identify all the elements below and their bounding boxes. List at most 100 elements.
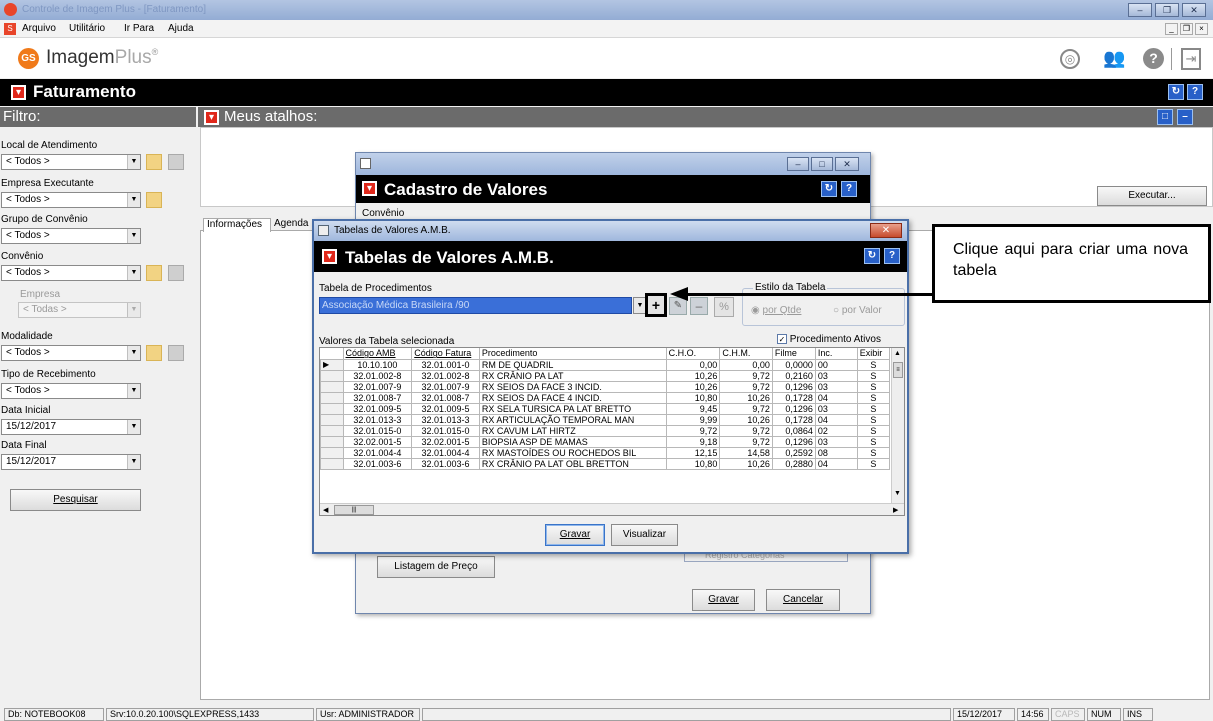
table-row[interactable]: 32.01.007-9 32.01.007-9 RX SEIOS DA FACE 3… <box>320 380 891 393</box>
col-exibir[interactable]: Exibir <box>857 348 891 359</box>
executar-button[interactable]: Executar... <box>1097 186 1207 206</box>
calendar-dropdown-icon[interactable]: ▼ <box>127 420 140 434</box>
restore-button[interactable]: ❐ <box>1155 3 1179 17</box>
restore-button[interactable]: □ <box>811 157 833 171</box>
table-row[interactable]: 32.01.008-7 32.01.008-7 RX SEIOS DA FACE 4… <box>320 391 891 404</box>
refresh-icon[interactable]: ↻ <box>1168 84 1184 100</box>
data-inicial-input[interactable]: 15/12/2017 ▼ <box>1 419 141 435</box>
col-codigo-amb[interactable]: Código AMB <box>343 348 413 359</box>
cadastro-cancelar-button[interactable]: Cancelar <box>766 589 840 611</box>
cell-cho: 0,00 <box>665 358 721 371</box>
row-selector[interactable] <box>320 424 344 437</box>
cell-cho: 9,72 <box>665 424 721 437</box>
grid-icon[interactable] <box>168 345 184 361</box>
table-row[interactable]: 32.02.001-5 32.02.001-5 BIOPSIA ASP DE MAM… <box>320 435 891 448</box>
remove-table-button[interactable]: – <box>690 297 708 315</box>
table-row[interactable]: 32.01.015-0 32.01.015-0 RX CAVUM LAT HIRTZ… <box>320 424 891 437</box>
radio-por-valor[interactable]: ○ por Valor <box>833 305 882 316</box>
proc-select[interactable]: Associação Médica Brasileira /90 <box>319 297 632 314</box>
grupo-convenio-select[interactable]: < Todos > ▼ <box>1 228 141 244</box>
radio-por-qtde[interactable]: ◉ por Qtde <box>751 305 801 316</box>
calendar-dropdown-icon[interactable]: ▼ <box>127 455 140 469</box>
scroll-left-icon[interactable]: ◀ <box>323 506 328 514</box>
add-table-button[interactable]: + <box>645 293 667 317</box>
close-button[interactable]: ✕ <box>870 223 902 238</box>
scroll-up-icon[interactable]: ▲ <box>894 350 901 357</box>
vertical-scrollbar[interactable]: ▲ ≡ ▼ <box>891 348 904 503</box>
field-label: Data Inicial <box>1 405 51 416</box>
row-selector[interactable] <box>320 446 344 459</box>
refresh-icon[interactable]: ↻ <box>864 248 880 264</box>
table-row[interactable]: 32.01.004-4 32.01.004-4 RX MASTOÍDES OU RO… <box>320 446 891 459</box>
menu-ajuda[interactable]: Ajuda <box>168 23 194 34</box>
tipo-recebimento-select[interactable]: < Todos > ▼ <box>1 383 141 399</box>
col-chm[interactable]: C.H.M. <box>719 348 773 359</box>
mdi-minimize-button[interactable]: _ <box>1165 23 1178 35</box>
row-selector[interactable] <box>320 413 344 426</box>
lightning-icon[interactable] <box>146 192 162 208</box>
table-row[interactable]: ▶ 10.10.100 32.01.001-0 RM DE QUADRIL 0,00 0,… <box>320 358 891 371</box>
users-icon[interactable]: 👥 <box>1103 48 1125 69</box>
col-inc[interactable]: Inc. <box>815 348 858 359</box>
minimize-panel-icon[interactable]: – <box>1177 109 1193 125</box>
h-scroll-thumb[interactable]: ||| <box>334 505 374 515</box>
procedimento-ativos-checkbox[interactable]: ✓ Procedimento Ativos <box>777 334 881 345</box>
amb-visualizar-button[interactable]: Visualizar <box>611 524 678 546</box>
modalidade-select[interactable]: < Todos > ▼ <box>1 345 141 361</box>
col-filme[interactable]: Filme <box>772 348 816 359</box>
table-row[interactable]: 32.01.009-5 32.01.009-5 RX SELA TURSICA PA… <box>320 402 891 415</box>
lightning-icon[interactable] <box>146 154 162 170</box>
maximize-panel-icon[interactable]: □ <box>1157 109 1173 125</box>
listagem-preco-button[interactable]: Listagem de Preço <box>377 556 495 578</box>
row-selector[interactable] <box>320 369 344 382</box>
close-button[interactable]: ✕ <box>1182 3 1206 17</box>
scroll-right-icon[interactable]: ▶ <box>893 506 898 514</box>
mdi-restore-button[interactable]: ❐ <box>1180 23 1193 35</box>
grid-icon[interactable] <box>168 154 184 170</box>
row-selector[interactable] <box>320 391 344 404</box>
exit-icon[interactable]: ⇥ <box>1181 48 1201 70</box>
cell-filme: 0,2592 <box>771 446 816 459</box>
scroll-thumb[interactable]: ≡ <box>893 362 903 378</box>
lightning-icon[interactable] <box>146 345 162 361</box>
mdi-close-button[interactable]: × <box>1195 23 1208 35</box>
menu-ir-para[interactable]: Ir Para <box>124 23 154 34</box>
row-selector[interactable] <box>320 457 344 470</box>
empresa-executante-select[interactable]: < Todos > ▼ <box>1 192 141 208</box>
menu-utilitario[interactable]: Utilitário <box>69 23 105 34</box>
horizontal-scrollbar[interactable]: ◀ ||| ▶ <box>320 503 904 515</box>
table-row[interactable]: 32.01.003-6 32.01.003-6 RX CRÂNIO PA LAT O… <box>320 457 891 470</box>
table-row[interactable]: 32.01.002-8 32.01.002-8 RX CRÂNIO PA LAT 10… <box>320 369 891 382</box>
row-selector[interactable]: ▶ <box>320 358 344 371</box>
help-question-icon[interactable]: ? <box>1187 84 1203 100</box>
help-question-icon[interactable]: ? <box>884 248 900 264</box>
separator <box>1171 48 1172 70</box>
row-selector[interactable] <box>320 435 344 448</box>
amb-gravar-button[interactable]: Gravar <box>545 524 605 546</box>
scroll-down-icon[interactable]: ▼ <box>894 490 901 497</box>
row-selector[interactable] <box>320 380 344 393</box>
row-selector[interactable] <box>320 402 344 415</box>
pesquisar-button[interactable]: Pesquisar <box>10 489 141 511</box>
minimize-button[interactable]: – <box>787 157 809 171</box>
close-button[interactable]: ✕ <box>835 157 859 171</box>
col-procedimento[interactable]: Procedimento <box>479 348 667 359</box>
refresh-icon[interactable]: ↻ <box>821 181 837 197</box>
percent-button[interactable]: % <box>714 297 734 317</box>
help-question-icon[interactable]: ? <box>841 181 857 197</box>
menu-arquivo[interactable]: Arquivo <box>22 23 56 34</box>
tab-informacoes[interactable]: Informações <box>203 218 271 232</box>
logo-bar: GS ImagemPlus® ◎ 👥 ? ⇥ <box>0 38 1213 78</box>
lightning-icon[interactable] <box>146 265 162 281</box>
cadastro-gravar-button[interactable]: Gravar <box>692 589 755 611</box>
help-icon[interactable]: ? <box>1143 48 1164 69</box>
data-final-input[interactable]: 15/12/2017 ▼ <box>1 454 141 470</box>
convenio-select[interactable]: < Todos > ▼ <box>1 265 141 281</box>
col-codigo-fatura[interactable]: Código Fatura <box>411 348 480 359</box>
local-atendimento-select[interactable]: < Todos > ▼ <box>1 154 141 170</box>
col-cho[interactable]: C.H.O. <box>666 348 721 359</box>
minimize-button[interactable]: – <box>1128 3 1152 17</box>
table-row[interactable]: 32.01.013-3 32.01.013-3 RX ARTICULAÇÃO TEM… <box>320 413 891 426</box>
globe-icon[interactable]: ◎ <box>1060 49 1080 69</box>
grid-icon[interactable] <box>168 265 184 281</box>
